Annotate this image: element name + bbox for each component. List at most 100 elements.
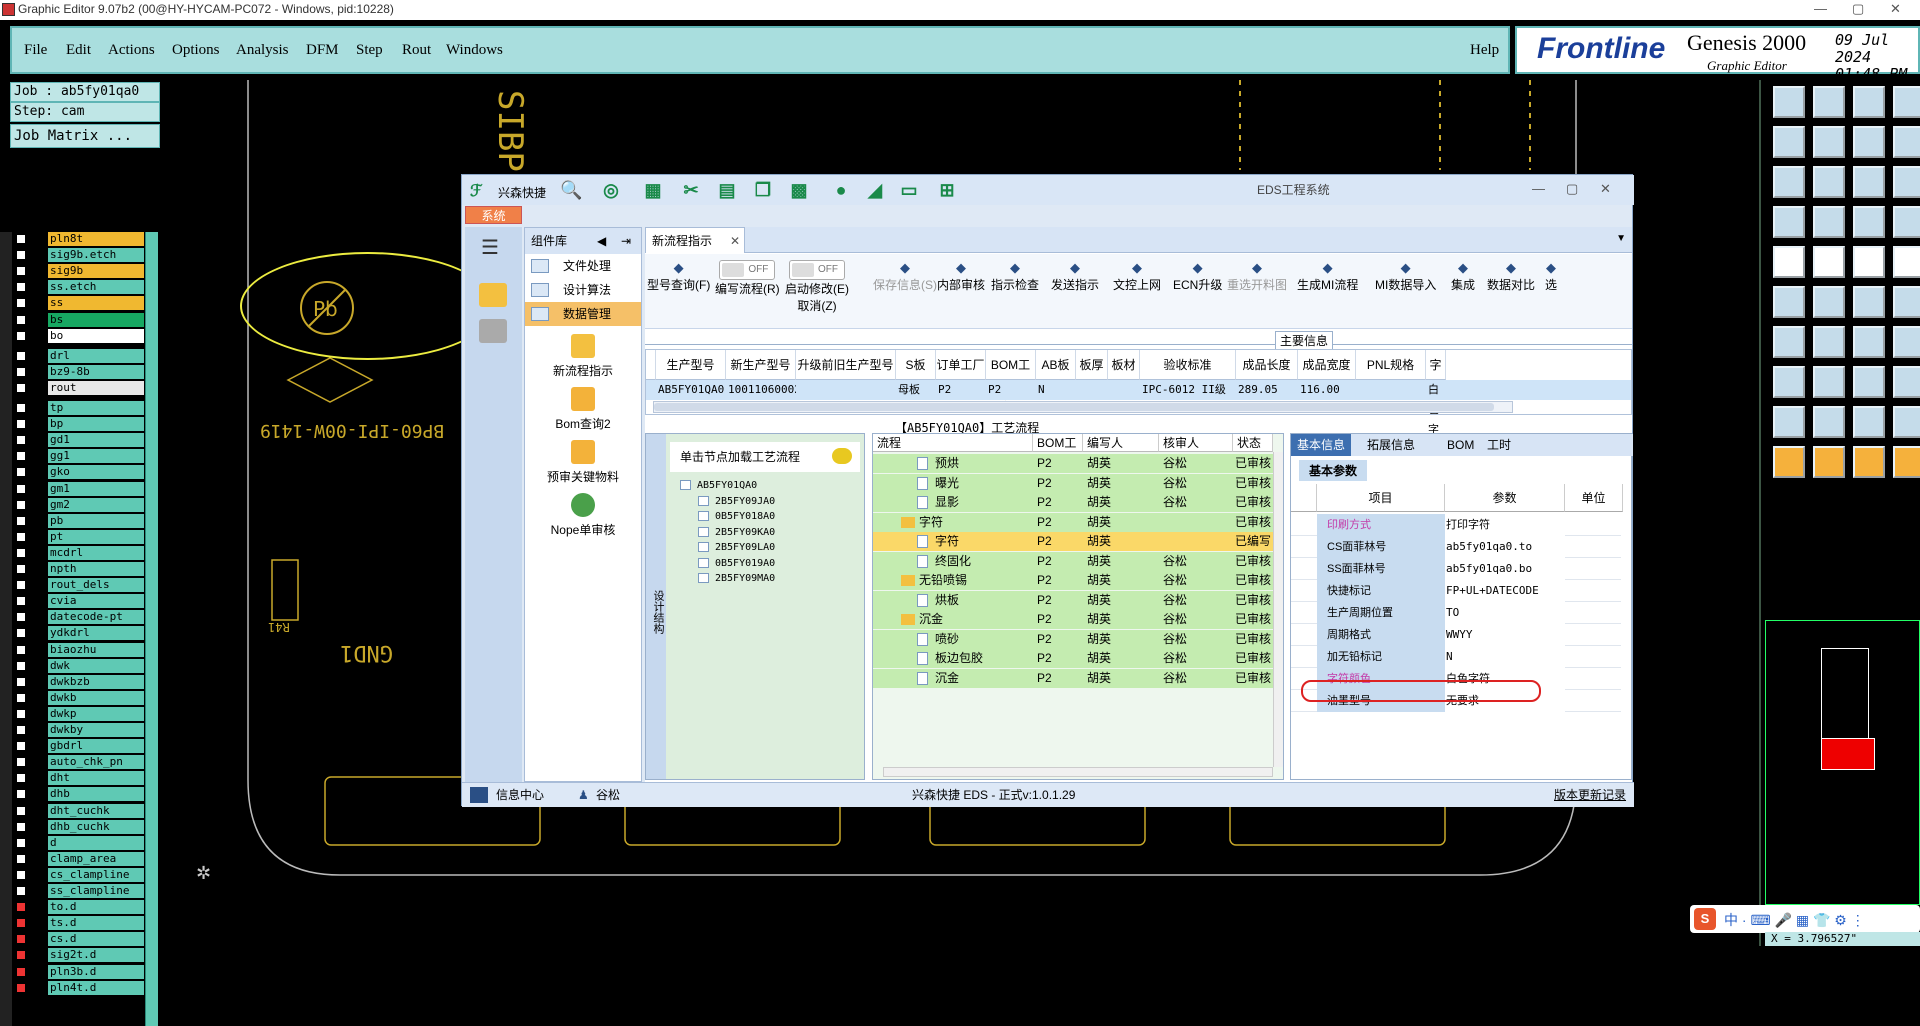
layer-name[interactable]: pb [48,513,144,528]
flow-row[interactable]: 曝光 P2 胡英 谷松 已审核 [873,473,1273,493]
bigitem-bom[interactable]: Bom查询2 [525,387,641,432]
ratio-icon[interactable] [1853,166,1885,198]
tab-dropdown-icon[interactable]: ▼ [1616,233,1626,244]
tab-new-flow[interactable]: 新流程指示 ✕ [645,227,745,253]
layer-checkbox[interactable] [16,515,26,526]
film-icon[interactable]: ▤ [716,180,738,200]
table-icon[interactable]: ▦ [642,180,664,200]
layer-row[interactable]: bo [12,328,144,343]
layer-row[interactable]: pln4t.d [12,980,144,995]
user-icon[interactable]: ● [830,180,852,200]
layer-name[interactable]: dwkp [48,706,144,721]
ribbon-button[interactable]: ◆ 文控上网 [1113,260,1161,293]
grid-icon[interactable]: ▩ [788,180,810,200]
layer-name[interactable]: gbdrl [48,739,144,754]
layer-row[interactable]: pb [12,513,144,528]
grid-header-cell[interactable]: PNL规格 [1356,350,1426,380]
layer-name[interactable]: bp [48,417,144,432]
flow-row[interactable]: 字符 P2 胡英 已编写 [873,532,1273,551]
complib-item-algo[interactable]: 设计算法 [525,278,641,302]
layer-name[interactable]: pln8t [48,232,144,246]
tree-node[interactable]: 0B5FY018A0 [698,511,775,522]
layer-checkbox[interactable] [16,580,26,591]
flow-header-cell[interactable]: 状态 [1233,434,1273,452]
layer-checkbox[interactable] [16,419,26,430]
layer-row[interactable]: rout_dels [12,578,144,593]
layer-name[interactable]: dwk [48,658,144,673]
flow-row[interactable]: 字符 P2 胡英 已审核 [873,512,1273,532]
menu-windows[interactable]: Windows [446,42,503,59]
flow-vscrollbar[interactable] [1273,452,1283,767]
flow-row[interactable]: 喷砂 P2 胡英 谷松 已审核 [873,629,1273,649]
layer-row[interactable]: ss_clampline [12,884,144,898]
layer-row[interactable]: ts.d [12,916,144,931]
ribbon-button[interactable]: ◆ 内部审核 [937,260,985,293]
expand-icon[interactable] [1773,166,1805,198]
layer-row[interactable]: tp [12,401,144,415]
grid-header-cell[interactable]: 字 [1426,350,1446,380]
layer-row[interactable]: ss [12,296,144,311]
menu-options[interactable]: Options [172,42,220,59]
grid-header-cell[interactable]: S板 [896,350,936,380]
node-checkbox[interactable] [698,573,709,583]
layer-row[interactable]: dhb_cuchk [12,819,144,834]
layer-row[interactable]: dwkby [12,723,144,737]
eds-maximize-icon[interactable]: ▢ [1566,181,1578,197]
layer-name[interactable]: dwkby [48,723,144,737]
flow-row[interactable]: 终固化 P2 胡英 谷松 已审核 [873,551,1273,571]
layer-checkbox[interactable] [16,564,26,574]
layer-row[interactable]: sig2t.d [12,948,144,963]
node-checkbox[interactable] [698,495,709,506]
tree-node[interactable]: 2B5FY09LA0 [698,542,775,553]
layer-checkbox[interactable] [16,499,26,510]
ribbon-button[interactable]: ◆ 发送指示 [1051,260,1099,293]
maximize-icon[interactable]: ▢ [1852,1,1864,17]
grid-cell[interactable]: 289.05 [1236,380,1298,400]
grid-cell[interactable]: N [1036,380,1076,400]
layer-row[interactable]: gm2 [12,497,144,512]
layer-checkbox[interactable] [16,950,26,961]
zoom-in-icon[interactable] [1773,126,1805,158]
layer-row[interactable]: mcdrl [12,545,144,560]
property-row[interactable]: 印刷方式 打印字符 [1291,514,1621,536]
layer-name[interactable]: gg1 [48,449,144,464]
layer-checkbox[interactable] [16,837,26,848]
layer-checkbox[interactable] [16,314,26,325]
prop-value[interactable]: TO [1446,602,1459,624]
layer-checkbox[interactable] [16,660,26,671]
home-icon[interactable] [1853,86,1885,118]
cross-icon[interactable] [1813,286,1845,318]
bigitem-prereview[interactable]: 预审关键物料 [525,440,641,485]
lifebuoy-icon[interactable]: ◎ [600,180,622,200]
curve-icon[interactable] [1853,326,1885,358]
layer-row[interactable]: datecode-pt [12,610,144,625]
layer-row[interactable]: d [12,835,144,850]
triangle2-icon[interactable] [1813,406,1845,438]
flow-row[interactable]: 显影 P2 胡英 谷松 已审核 [873,493,1273,512]
flow-row[interactable]: 烘板 P2 胡英 谷松 已审核 [873,590,1273,610]
cursor-icon[interactable] [1813,206,1845,238]
sogou-icon[interactable]: S [1694,908,1716,930]
flow-row[interactable]: 沉金 P2 胡英 谷松 已审核 [873,668,1273,688]
grid-cell[interactable]: 白色字符 [1426,380,1446,456]
property-tab[interactable]: 拓展信息 [1361,434,1421,456]
flow-row[interactable]: 预烘 P2 胡英 谷松 已审核 [873,454,1273,473]
node-icon[interactable] [1773,286,1805,318]
node-checkbox[interactable] [680,480,691,490]
layer-row[interactable]: ss.etch [12,280,144,295]
layer-checkbox[interactable] [16,435,26,446]
grid-header-cell[interactable]: 验收标准 [1140,350,1236,380]
chevron-left-icon[interactable]: ◀ [597,228,606,254]
eye-icon[interactable] [1773,206,1805,238]
tools-icon[interactable] [479,283,507,307]
layer-name[interactable]: biaozhu [48,642,144,657]
grid-header-cell[interactable]: 成品宽度 [1298,350,1356,380]
layer-name[interactable]: datecode-pt [48,610,144,625]
layer-name[interactable]: pln3b.d [48,964,144,979]
layer-name[interactable]: cs_clampline [48,867,144,882]
flow-row[interactable]: 无铅喷锡 P2 胡英 谷松 已审核 [873,571,1273,590]
bigitem-new-flow[interactable]: 新流程指示 [525,334,641,379]
layer-checkbox[interactable] [16,805,26,816]
property-tab[interactable]: 基本信息 [1291,434,1352,456]
layer-name[interactable]: gko [48,465,144,480]
